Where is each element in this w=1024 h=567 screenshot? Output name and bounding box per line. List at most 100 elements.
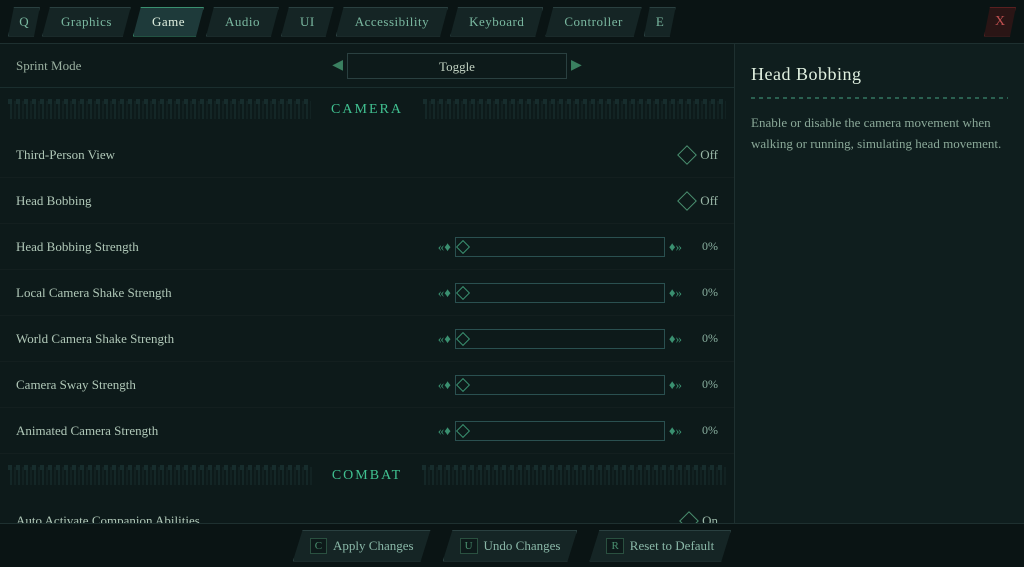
slider-track-2[interactable] <box>455 283 665 303</box>
undo-label: Undo Changes <box>484 538 561 554</box>
animated-camera-row[interactable]: Animated Camera Strength «♦ ♦» 0% <box>0 408 734 454</box>
sprint-mode-left-arrow[interactable]: ◀ <box>332 57 343 74</box>
reset-label: Reset to Default <box>630 538 714 554</box>
slider-thumb <box>456 239 470 253</box>
apply-label: Apply Changes <box>333 538 414 554</box>
head-bobbing-row[interactable]: Head Bobbing Off <box>0 178 734 224</box>
tab-graphics[interactable]: Graphics <box>42 7 131 37</box>
reset-default-button[interactable]: R Reset to Default <box>589 530 731 562</box>
main-layout: Sprint Mode ◀ Toggle ▶ Camera Third-Pers… <box>0 44 1024 523</box>
local-camera-shake-value: 0% <box>690 285 718 300</box>
auto-activate-companion-label: Auto Activate Companion Abilities <box>16 513 236 524</box>
slider-left-arrow-5[interactable]: «♦ <box>438 423 451 439</box>
combat-section-header: Combat <box>0 458 734 494</box>
third-person-view-label: Third-Person View <box>16 147 236 163</box>
animated-camera-control: «♦ ♦» 0% <box>236 421 718 441</box>
apply-key: C <box>310 538 327 554</box>
top-navigation: Q Graphics Game Audio UI Accessibility K… <box>0 0 1024 44</box>
animated-camera-value: 0% <box>690 423 718 438</box>
diamond-icon-3 <box>679 511 699 523</box>
slider-right-arrow-5[interactable]: ♦» <box>669 423 682 439</box>
apply-changes-button[interactable]: C Apply Changes <box>293 530 431 562</box>
slider-thumb-3 <box>456 331 470 345</box>
slider-left-arrow-3[interactable]: «♦ <box>438 331 451 347</box>
auto-activate-companion-toggle[interactable]: On <box>682 513 718 524</box>
q-button[interactable]: Q <box>8 7 40 37</box>
tab-ui[interactable]: UI <box>281 7 334 37</box>
close-button[interactable]: X <box>984 7 1016 37</box>
combat-section-title: Combat <box>312 468 422 484</box>
help-divider <box>751 97 1008 99</box>
slider-left-arrow-2[interactable]: «♦ <box>438 285 451 301</box>
head-bobbing-label: Head Bobbing <box>16 193 236 209</box>
sprint-mode-row: Sprint Mode ◀ Toggle ▶ <box>0 44 734 88</box>
third-person-view-row[interactable]: Third-Person View Off <box>0 132 734 178</box>
auto-activate-companion-value: On <box>702 513 718 524</box>
slider-track-4[interactable] <box>455 375 665 395</box>
animated-camera-slider[interactable]: «♦ ♦» <box>438 421 682 441</box>
tab-game[interactable]: Game <box>133 7 204 37</box>
slider-track-5[interactable] <box>455 421 665 441</box>
tab-accessibility[interactable]: Accessibility <box>336 7 448 37</box>
camera-header-line-right <box>423 101 726 119</box>
help-description: Enable or disable the camera movement wh… <box>751 113 1008 155</box>
slider-right-arrow-2[interactable]: ♦» <box>669 285 682 301</box>
slider-track[interactable] <box>455 237 665 257</box>
auto-activate-companion-control: On <box>236 513 718 524</box>
sprint-mode-control: ◀ Toggle ▶ <box>196 53 718 79</box>
world-camera-shake-slider[interactable]: «♦ ♦» <box>438 329 682 349</box>
tab-controller[interactable]: Controller <box>545 7 641 37</box>
help-panel: Head Bobbing Enable or disable the camer… <box>734 44 1024 523</box>
local-camera-shake-slider[interactable]: «♦ ♦» <box>438 283 682 303</box>
world-camera-shake-row[interactable]: World Camera Shake Strength «♦ ♦» 0% <box>0 316 734 362</box>
head-bobbing-strength-value: 0% <box>690 239 718 254</box>
bottom-bar: C Apply Changes U Undo Changes R Reset t… <box>0 523 1024 567</box>
slider-right-arrow-4[interactable]: ♦» <box>669 377 682 393</box>
auto-activate-companion-row[interactable]: Auto Activate Companion Abilities On <box>0 498 734 523</box>
camera-header-line-left <box>8 101 311 119</box>
head-bobbing-strength-control: «♦ ♦» 0% <box>236 237 718 257</box>
diamond-icon-2 <box>677 191 697 211</box>
slider-left-arrow-4[interactable]: «♦ <box>438 377 451 393</box>
slider-thumb-4 <box>456 377 470 391</box>
tab-keyboard[interactable]: Keyboard <box>450 7 543 37</box>
head-bobbing-strength-label: Head Bobbing Strength <box>16 239 236 255</box>
sprint-mode-value: Toggle <box>347 53 567 79</box>
help-title: Head Bobbing <box>751 64 1008 85</box>
slider-thumb-5 <box>456 423 470 437</box>
world-camera-shake-value: 0% <box>690 331 718 346</box>
tab-audio[interactable]: Audio <box>206 7 279 37</box>
undo-changes-button[interactable]: U Undo Changes <box>443 530 578 562</box>
head-bobbing-strength-row[interactable]: Head Bobbing Strength «♦ ♦» 0% <box>0 224 734 270</box>
sprint-mode-right-arrow[interactable]: ▶ <box>571 57 582 74</box>
slider-right-arrow[interactable]: ♦» <box>669 239 682 255</box>
e-button[interactable]: E <box>644 7 676 37</box>
undo-key: U <box>460 538 478 554</box>
slider-right-arrow-3[interactable]: ♦» <box>669 331 682 347</box>
camera-sway-row[interactable]: Camera Sway Strength «♦ ♦» 0% <box>0 362 734 408</box>
sprint-mode-label: Sprint Mode <box>16 58 196 74</box>
camera-sway-value: 0% <box>690 377 718 392</box>
head-bobbing-value: Off <box>700 193 718 209</box>
camera-sway-label: Camera Sway Strength <box>16 377 236 393</box>
third-person-view-value: Off <box>700 147 718 163</box>
head-bobbing-control: Off <box>236 193 718 209</box>
camera-sway-slider[interactable]: «♦ ♦» <box>438 375 682 395</box>
third-person-view-control: Off <box>236 147 718 163</box>
camera-sway-control: «♦ ♦» 0% <box>236 375 718 395</box>
world-camera-shake-label: World Camera Shake Strength <box>16 331 236 347</box>
head-bobbing-strength-slider[interactable]: «♦ ♦» <box>438 237 682 257</box>
camera-section-title: Camera <box>311 102 423 118</box>
local-camera-shake-row[interactable]: Local Camera Shake Strength «♦ ♦» 0% <box>0 270 734 316</box>
combat-header-line-left <box>8 467 312 485</box>
diamond-icon <box>677 145 697 165</box>
slider-thumb-2 <box>456 285 470 299</box>
camera-section-header: Camera <box>0 92 734 128</box>
third-person-view-toggle[interactable]: Off <box>680 147 718 163</box>
slider-track-3[interactable] <box>455 329 665 349</box>
animated-camera-label: Animated Camera Strength <box>16 423 236 439</box>
combat-header-line-right <box>422 467 726 485</box>
settings-panel[interactable]: Sprint Mode ◀ Toggle ▶ Camera Third-Pers… <box>0 44 734 523</box>
head-bobbing-toggle[interactable]: Off <box>680 193 718 209</box>
slider-left-arrow[interactable]: «♦ <box>438 239 451 255</box>
